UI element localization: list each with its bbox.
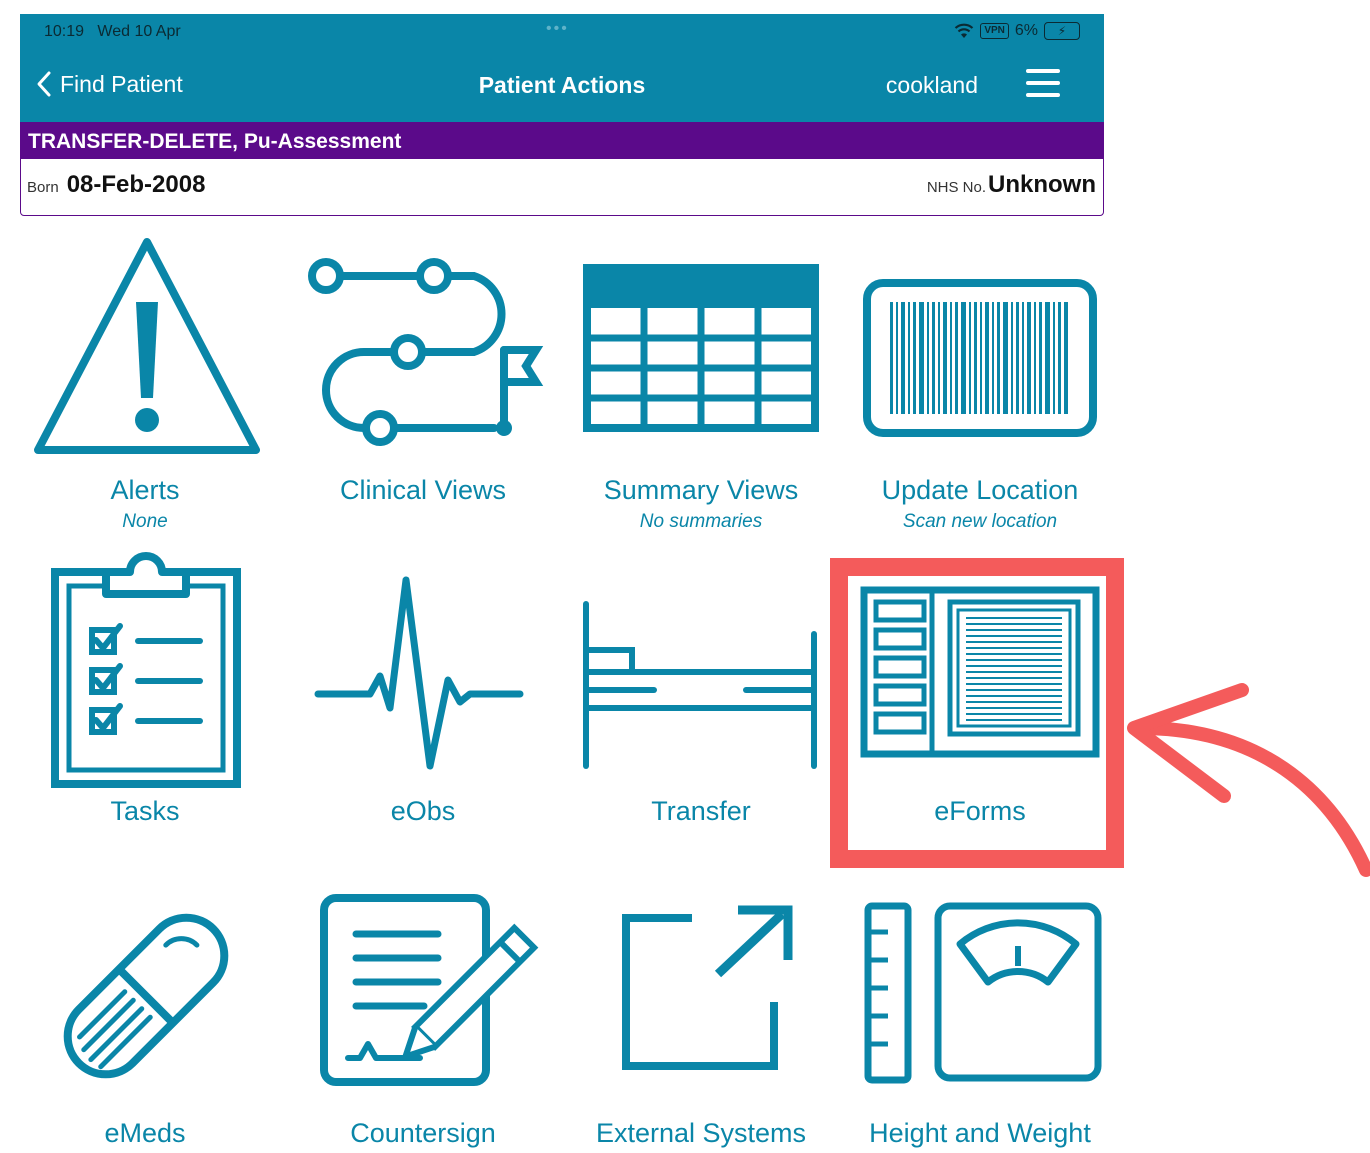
tile-height-weight[interactable]: Height and Weight — [852, 890, 1108, 1153]
tile-update-location-label: Update Location — [881, 475, 1079, 505]
tile-countersign-label: Countersign — [350, 1118, 496, 1148]
tile-emeds[interactable]: eMeds — [20, 890, 270, 1153]
table-icon — [583, 264, 819, 432]
document-sign-icon — [320, 894, 539, 1086]
battery-charging-icon: ⚡ — [1044, 22, 1080, 40]
hamburger-menu-icon[interactable] — [1026, 66, 1060, 100]
tile-clinical-views[interactable]: Clinical Views — [296, 230, 550, 540]
tile-tasks[interactable]: Tasks — [20, 550, 270, 840]
pathway-icon — [308, 258, 544, 446]
top-bar: 10:19 Wed 10 Apr ••• VPN 6% ⚡ Find Patie… — [20, 14, 1104, 122]
patient-dob: Born 08-Feb-2008 — [27, 171, 206, 198]
heartbeat-icon — [314, 576, 524, 770]
external-link-icon — [622, 905, 793, 1070]
tile-update-location[interactable]: Update Location Scan new location — [852, 230, 1108, 540]
wifi-icon — [955, 23, 974, 38]
battery-percent: 6% — [1014, 22, 1038, 39]
user-name[interactable]: cookland — [886, 72, 978, 99]
clipboard-checklist-icon — [51, 552, 241, 788]
multitask-dots-icon[interactable]: ••• — [546, 20, 569, 38]
tile-update-location-sub: Scan new location — [902, 511, 1058, 532]
back-button-label: Find Patient — [60, 70, 183, 97]
alert-triangle-icon — [34, 238, 260, 454]
tile-eforms[interactable]: eForms — [852, 550, 1108, 840]
tile-transfer[interactable]: Transfer — [576, 550, 826, 840]
back-button[interactable]: Find Patient — [36, 70, 183, 98]
vpn-icon: VPN — [980, 23, 1009, 39]
tile-summary-views[interactable]: Summary Views No summaries — [576, 230, 826, 540]
tile-summary-views-label: Summary Views — [603, 475, 799, 505]
tile-emeds-label: eMeds — [104, 1118, 186, 1148]
tile-external-systems-label: External Systems — [595, 1118, 807, 1148]
tile-tasks-label: Tasks — [110, 796, 180, 826]
tile-countersign[interactable]: Countersign — [296, 890, 550, 1153]
patient-name: TRANSFER-DELETE, Pu-Assessment — [21, 123, 1103, 159]
status-icons: VPN 6% ⚡ — [954, 22, 1080, 40]
patient-banner[interactable]: TRANSFER-DELETE, Pu-Assessment Born 08-F… — [20, 122, 1104, 216]
tile-external-systems[interactable]: External Systems — [576, 890, 826, 1153]
tile-alerts-label: Alerts — [110, 475, 180, 505]
tile-alerts-sub: None — [122, 511, 168, 532]
status-time: 10:19 Wed 10 Apr — [44, 23, 181, 40]
tile-eforms-label: eForms — [934, 796, 1026, 826]
barcode-icon — [863, 279, 1097, 437]
pill-icon — [63, 913, 229, 1079]
tile-eobs-label: eObs — [390, 796, 456, 826]
callout-arrow-icon — [1127, 683, 1370, 877]
form-icon — [860, 586, 1100, 758]
tile-clinical-views-label: Clinical Views — [339, 475, 507, 505]
patient-nhs-number: NHS No. Unknown — [926, 171, 1096, 198]
bed-icon — [583, 601, 817, 769]
scale-ruler-icon — [864, 902, 1102, 1084]
tile-transfer-label: Transfer — [651, 796, 751, 826]
tile-eobs[interactable]: eObs — [296, 550, 550, 840]
chevron-left-icon — [37, 71, 51, 97]
tile-summary-views-sub: No summaries — [639, 511, 763, 532]
tile-height-weight-label: Height and Weight — [869, 1118, 1091, 1148]
tile-alerts[interactable]: Alerts None — [20, 230, 270, 540]
